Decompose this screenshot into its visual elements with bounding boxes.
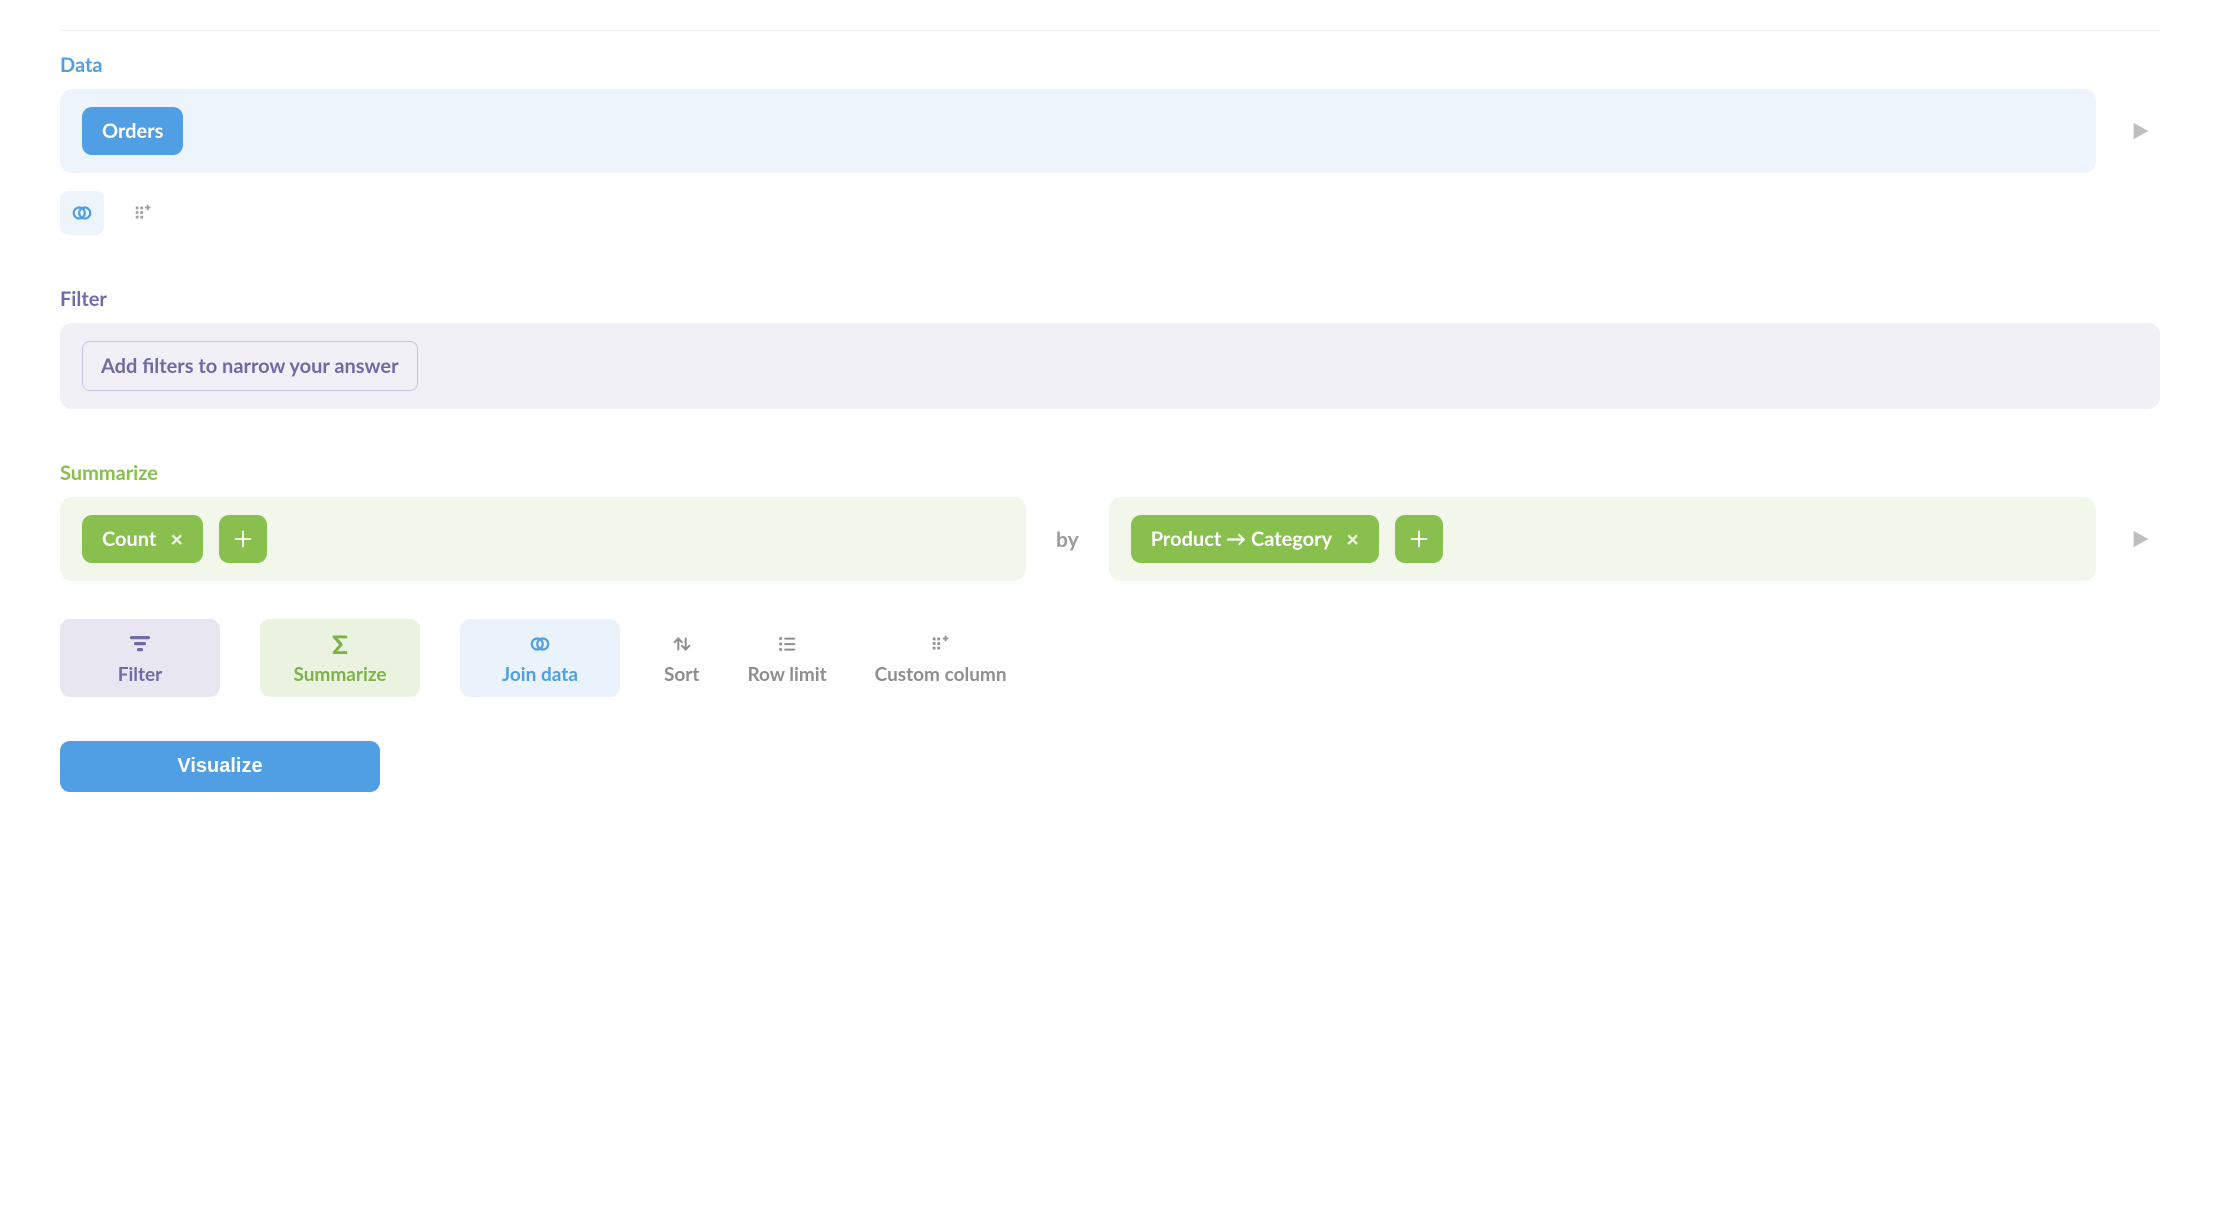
data-run-arrow[interactable] [2120, 111, 2160, 151]
sigma-icon: Σ [332, 631, 348, 657]
top-divider [60, 30, 2160, 31]
action-sort-label: Sort [664, 663, 699, 686]
visualize-button[interactable]: Visualize [60, 741, 380, 792]
by-label: by [1050, 527, 1085, 552]
data-section-label: Data [60, 53, 2160, 77]
remove-aggregation-icon[interactable]: × [170, 528, 183, 550]
sort-icon [670, 631, 694, 657]
action-filter[interactable]: Filter [60, 619, 220, 697]
custom-column-icon [929, 631, 953, 657]
action-row-limit[interactable]: Row limit [743, 619, 830, 697]
play-icon [2129, 120, 2151, 142]
add-filter-button[interactable]: Add filters to narrow your answer [82, 341, 418, 391]
action-row-limit-label: Row limit [747, 663, 826, 686]
groupby-chip[interactable]: Product → Category × [1131, 515, 1379, 563]
groupby-label: Product → Category [1151, 527, 1332, 551]
join-icon [71, 202, 93, 224]
plus-icon [232, 528, 254, 550]
summarize-section-label: Summarize [60, 461, 2160, 485]
add-groupby-button[interactable] [1395, 515, 1443, 563]
join-icon [527, 631, 553, 657]
action-tile-row: Filter Σ Summarize Join data Sort [60, 619, 2160, 697]
custom-column-icon-button[interactable] [122, 191, 166, 235]
action-sort[interactable]: Sort [660, 619, 703, 697]
data-source-chip[interactable]: Orders [82, 107, 183, 155]
action-join-label: Join data [502, 663, 578, 686]
summarize-run-arrow[interactable] [2120, 519, 2160, 559]
action-filter-label: Filter [118, 663, 163, 686]
aggregation-label: Count [102, 527, 156, 551]
plus-icon [1408, 528, 1430, 550]
filter-panel: Add filters to narrow your answer [60, 323, 2160, 409]
filter-icon [127, 631, 153, 657]
action-join[interactable]: Join data [460, 619, 620, 697]
remove-groupby-icon[interactable]: × [1346, 528, 1359, 550]
aggregation-chip[interactable]: Count × [82, 515, 203, 563]
list-icon [775, 631, 799, 657]
action-custom-column[interactable]: Custom column [871, 619, 1011, 697]
custom-column-icon [133, 202, 155, 224]
data-source-panel: Orders [60, 89, 2096, 173]
filter-section-label: Filter [60, 287, 2160, 311]
action-summarize[interactable]: Σ Summarize [260, 619, 420, 697]
add-aggregation-button[interactable] [219, 515, 267, 563]
aggregation-panel: Count × [60, 497, 1026, 581]
action-summarize-label: Summarize [293, 663, 386, 686]
play-icon [2129, 528, 2151, 550]
action-custom-column-label: Custom column [875, 663, 1007, 686]
groupby-panel: Product → Category × [1109, 497, 2096, 581]
join-icon-button[interactable] [60, 191, 104, 235]
